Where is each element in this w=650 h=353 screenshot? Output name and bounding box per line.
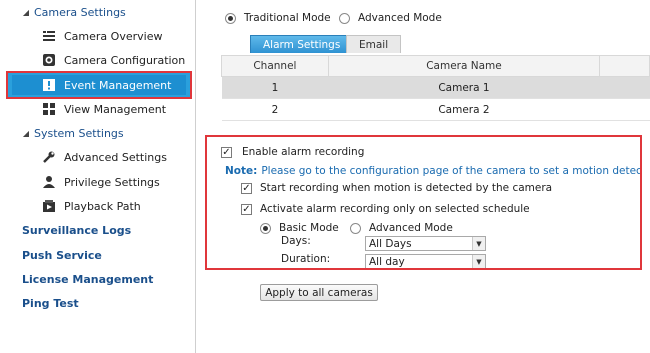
sidebar-item-label: Advanced Settings	[64, 150, 167, 164]
sidebar-item-camera-configuration[interactable]: Camera Configuration	[42, 48, 185, 72]
list-icon	[42, 29, 56, 43]
column-header-camera-name[interactable]: Camera Name	[327, 55, 601, 77]
sidebar-item-label: Privilege Settings	[64, 175, 160, 189]
sidebar-item-label: Playback Path	[64, 199, 141, 213]
sidebar-item-push-service[interactable]: Push Service	[22, 243, 102, 267]
sidebar-item-license-management[interactable]: License Management	[22, 267, 153, 291]
sidebar-group-camera-settings[interactable]: ◢ Camera Settings	[20, 0, 126, 24]
start-motion-checkbox[interactable]: ✓	[241, 182, 252, 194]
table-row[interactable]: 2 Camera 2	[221, 98, 650, 121]
advanced-schedule-option[interactable]: Advanced Mode	[350, 222, 453, 234]
extra-cell	[599, 98, 650, 121]
advanced-schedule-label: Advanced Mode	[369, 222, 453, 234]
channel-cell: 2	[221, 98, 329, 121]
tab-alarm-settings[interactable]: Alarm Settings	[250, 35, 354, 53]
traditional-mode-radio[interactable]	[225, 12, 236, 24]
channel-cell: 1	[221, 76, 329, 99]
camera-name-cell: Camera 2	[328, 98, 600, 121]
basic-mode-option[interactable]: Basic Mode	[260, 222, 339, 234]
user-icon	[42, 175, 56, 189]
enable-alarm-option[interactable]: ✓ Enable alarm recording	[221, 146, 364, 158]
enable-alarm-label: Enable alarm recording	[242, 146, 365, 158]
sidebar-item-event-management[interactable]: Event Management	[6, 71, 192, 99]
days-select-value: All Days	[369, 237, 412, 250]
camera-name-cell: Camera 1	[328, 76, 600, 99]
sidebar-item-label: View Management	[64, 102, 167, 116]
sidebar-item-label: Surveillance Logs	[22, 223, 132, 237]
duration-select-value: All day	[369, 255, 405, 268]
mode-advanced-option[interactable]: Advanced Mode	[339, 12, 442, 24]
start-motion-label: Start recording when motion is detected …	[260, 182, 553, 194]
camera-icon	[42, 53, 56, 67]
extra-cell	[599, 76, 650, 99]
tab-email[interactable]: Email	[346, 35, 402, 53]
table-header-row: Channel Camera Name	[221, 55, 650, 77]
main-panel: Traditional Mode Advanced Mode Alarm Set…	[197, 0, 650, 353]
note-label: Note:	[225, 165, 258, 177]
playback-icon	[42, 199, 56, 213]
alarm-settings-panel: ✓ Enable alarm recording Note: Please go…	[205, 135, 642, 270]
sidebar-item-privilege-settings[interactable]: Privilege Settings	[42, 170, 160, 194]
grid-icon	[42, 102, 56, 116]
sidebar-item-content: Event Management	[42, 73, 171, 97]
note-line: Note: Please go to the configuration pag…	[225, 165, 642, 177]
column-header-extra	[599, 55, 650, 77]
tab-label: Email	[359, 38, 389, 51]
sidebar-group-system-settings[interactable]: ◢ System Settings	[20, 121, 124, 145]
table-row[interactable]: 1 Camera 1	[221, 76, 650, 99]
chevron-down-icon: ▼	[472, 255, 485, 268]
sidebar-item-label: Push Service	[22, 248, 102, 262]
collapse-arrow-icon: ◢	[22, 7, 30, 17]
sidebar-item-surveillance-logs[interactable]: Surveillance Logs	[22, 218, 131, 242]
sidebar-item-view-management[interactable]: View Management	[42, 97, 166, 121]
traditional-mode-label: Traditional Mode	[244, 12, 331, 24]
wrench-icon	[42, 150, 56, 164]
basic-mode-radio[interactable]	[260, 222, 271, 234]
sidebar-item-label: Camera Overview	[64, 29, 163, 43]
sidebar: ◢ Camera Settings Camera Overview Camera…	[0, 0, 196, 353]
note-text: Please go to the configuration page of t…	[261, 165, 642, 177]
schedule-option[interactable]: ✓ Activate alarm recording only on selec…	[241, 203, 530, 215]
schedule-checkbox[interactable]: ✓	[241, 203, 252, 215]
duration-label: Duration:	[281, 253, 331, 265]
column-header-channel[interactable]: Channel	[221, 55, 329, 77]
advanced-mode-label: Advanced Mode	[358, 12, 442, 24]
duration-select[interactable]: All day ▼	[365, 254, 486, 268]
sidebar-item-playback-path[interactable]: Playback Path	[42, 194, 141, 218]
enable-alarm-checkbox[interactable]: ✓	[221, 146, 232, 158]
sidebar-item-label: Camera Configuration	[64, 53, 186, 67]
days-label: Days:	[281, 235, 311, 247]
tab-label: Alarm Settings	[263, 38, 341, 51]
days-select[interactable]: All Days ▼	[365, 236, 486, 251]
alert-icon	[42, 78, 56, 92]
sidebar-group-label: Camera Settings	[34, 5, 126, 19]
sidebar-item-camera-overview[interactable]: Camera Overview	[42, 24, 162, 48]
collapse-arrow-icon: ◢	[22, 128, 30, 138]
sidebar-item-ping-test[interactable]: Ping Test	[22, 291, 79, 315]
sidebar-group-label: System Settings	[34, 126, 124, 140]
camera-table: Channel Camera Name 1 Camera 1 2 Camera …	[221, 55, 650, 121]
sidebar-item-label: License Management	[22, 272, 154, 286]
sidebar-item-label: Ping Test	[22, 296, 79, 310]
mode-traditional-option[interactable]: Traditional Mode	[225, 12, 331, 24]
advanced-schedule-radio[interactable]	[350, 222, 361, 234]
advanced-mode-radio[interactable]	[339, 12, 350, 24]
basic-mode-label: Basic Mode	[279, 222, 339, 234]
start-motion-option[interactable]: ✓ Start recording when motion is detecte…	[241, 182, 552, 194]
chevron-down-icon: ▼	[472, 237, 485, 250]
schedule-label: Activate alarm recording only on selecte…	[260, 203, 530, 215]
sidebar-item-advanced-settings[interactable]: Advanced Settings	[42, 145, 167, 169]
apply-to-all-button[interactable]: Apply to all cameras	[260, 284, 378, 301]
sidebar-item-label: Event Management	[64, 78, 172, 92]
